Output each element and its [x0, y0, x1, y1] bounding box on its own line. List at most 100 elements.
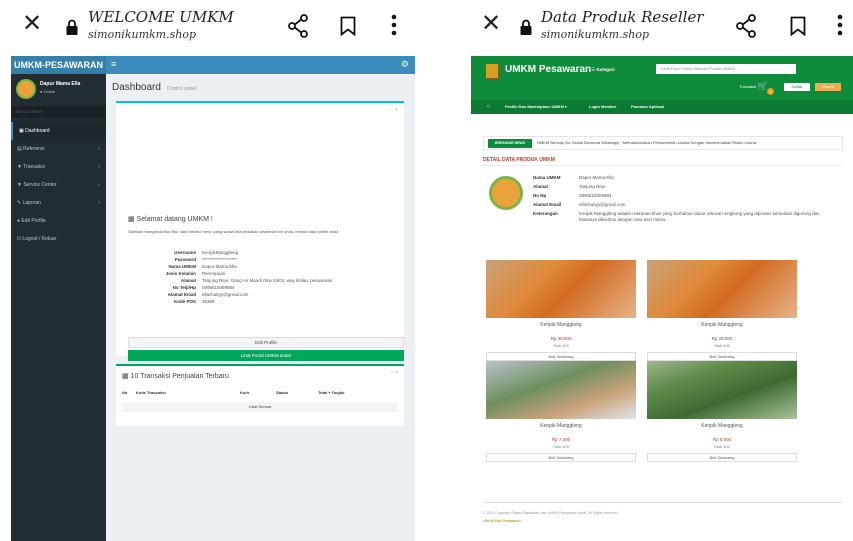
profile-row: Jenis Kelamin Perempuan: [136, 270, 396, 277]
footer-brand[interactable]: UMKM Kab Pesawaran: [483, 519, 521, 523]
product-name[interactable]: Keripik Manggleng: [486, 423, 636, 429]
buy-now-button[interactable]: Beli Sekarang: [486, 453, 636, 462]
buy-now-button[interactable]: Beli Sekarang: [647, 453, 797, 462]
sidebar-item-transaksi[interactable]: ▼ Transaksi ‹: [11, 158, 106, 176]
table-header: No Kode Transaksi Kurir Status Total + O…: [122, 390, 398, 399]
copyright-text: © 2023 Copyright Sistem Digitalisasi dan…: [483, 511, 619, 515]
table-icon: ▤: [17, 146, 22, 152]
product-name[interactable]: Keripik Manggleng: [647, 322, 797, 328]
admin-dashboard: UMKM-PESAWARAN ≡ ⚙ Dapur Mama Ella ● Onl…: [11, 56, 415, 541]
page-url[interactable]: simonikumkm.shop: [88, 28, 196, 41]
box-tools: − ×: [391, 107, 398, 113]
product-name[interactable]: Keripik Manggleng: [647, 423, 797, 429]
buy-now-button[interactable]: Beli Sekarang: [486, 352, 636, 361]
edit-profile-button[interactable]: Edit Profile: [128, 337, 404, 348]
masuk-button[interactable]: Masuk: [815, 83, 841, 91]
detail-value: Tanjung Rejo: [579, 183, 606, 189]
transactions-title-text: 10 Transaksi Penjualan Terbaru: [130, 373, 229, 380]
column-header: Kurir: [240, 390, 250, 395]
buy-now-button[interactable]: Beli Sekarang: [647, 352, 797, 361]
user-icon: ●: [17, 218, 21, 224]
product-image[interactable]: [486, 260, 636, 318]
column-header: Total + Ongkir: [318, 390, 345, 395]
settings-icon[interactable]: ⚙: [401, 59, 409, 70]
sidebar-item-service-center[interactable]: ▼ Service Center ‹: [11, 176, 106, 194]
product-image[interactable]: [647, 260, 797, 318]
more-options-icon[interactable]: [837, 14, 843, 36]
more-options-icon[interactable]: [391, 14, 397, 36]
product-name[interactable]: Keripik Manggleng: [486, 322, 636, 328]
breaking-news-text[interactable]: UMKM Bersiap Go Global Bersama Whatsapp …: [537, 140, 758, 145]
sidebar-menu-header: MENU UMKM: [11, 106, 106, 118]
product-image[interactable]: [486, 361, 636, 419]
sidebar-user-panel: Dapur Mama Ella ● Online: [11, 74, 106, 104]
admin-content: Dashboard Control panel − × ▦ Selamat da…: [106, 74, 415, 541]
product-stock: Stok 100: [553, 343, 569, 348]
profile-key: Username: [174, 250, 196, 255]
product-card[interactable]: Keripik Manggleng Rp 40,000 Stok 100 Bel…: [486, 260, 636, 368]
lock-icon: [520, 19, 532, 35]
admin-sidebar: Dapur Mama Ella ● Online MENU UMKM ▣ Das…: [11, 74, 106, 541]
table-icon: ▦: [128, 216, 135, 223]
home-icon[interactable]: ⌂: [487, 103, 490, 109]
sidebar-menu: ▣ Dashboard ▤ Referensi ‹ ▼ Transaksi ‹ …: [11, 122, 106, 248]
welcome-heading: ▦ Selamat datang UMKM !: [128, 215, 213, 223]
sidebar-item-dashboard[interactable]: ▣ Dashboard: [11, 122, 106, 140]
sidebar-item-laporan[interactable]: ✎ Laporan ‹: [11, 194, 106, 212]
transaksi-link[interactable]: Transaksi: [739, 84, 756, 89]
page-url[interactable]: simonikumkm.shop: [541, 28, 649, 41]
profile-row: Nama UMKM Dapur Mama Ella: [136, 263, 396, 270]
close-icon[interactable]: ✕: [481, 12, 501, 36]
sidebar-item-logout[interactable]: ⏻ Logout / Keluar: [11, 230, 106, 248]
close-icon[interactable]: ×: [395, 370, 398, 376]
profile-row: Username KeripikManggleng: [136, 249, 396, 256]
view-portal-button[interactable]: Lihat Portal UMKM anda!: [128, 350, 404, 361]
divider: [483, 165, 843, 166]
admin-logo[interactable]: UMKM-PESAWARAN: [11, 56, 106, 74]
close-icon[interactable]: ✕: [22, 12, 42, 36]
nav-item-profile-marketplace[interactable]: Profile Dan Marketplace UMKM ▾: [505, 104, 567, 109]
product-card[interactable]: Keripik Manggleng Rp 20,000 Stok 100 Bel…: [647, 260, 797, 368]
content-title: Dashboard: [112, 82, 161, 93]
share-icon[interactable]: [735, 14, 757, 38]
detail-row: Alamat Tanjung Rejo: [533, 182, 833, 191]
site-brand[interactable]: UMKM Pesawaran: [505, 64, 591, 75]
product-price: Rp 7,000: [551, 437, 571, 442]
detail-value: ellachubyy@gmail.com: [579, 201, 626, 207]
nav-item-login-member[interactable]: Login Member: [589, 104, 616, 109]
profile-key: Password: [174, 257, 196, 262]
close-icon[interactable]: ×: [395, 107, 398, 113]
avatar: [16, 79, 36, 99]
bookmark-icon[interactable]: [790, 16, 806, 36]
column-header: Kode Transaksi: [136, 390, 166, 395]
nav-item-panduan[interactable]: Panduan Aplikasi: [631, 104, 664, 109]
product-card[interactable]: Keripik Manggleng Rp 7,000 Stok 100 Beli…: [486, 361, 636, 469]
site-logo[interactable]: [485, 63, 499, 79]
share-icon[interactable]: [287, 14, 309, 38]
menu-toggle-icon[interactable]: ≡: [111, 59, 116, 69]
profile-value: Perempuan: [202, 271, 226, 276]
site-nav: ⌂ Profile Dan Marketplace UMKM ▾ Login M…: [471, 100, 853, 114]
product-image[interactable]: [647, 361, 797, 419]
welcome-text: Selamat datang UMKM !: [136, 216, 213, 223]
detail-row: No Hp 0895615059984: [533, 191, 833, 200]
view-all-link[interactable]: Lihat Semua: [122, 402, 398, 412]
column-header: Status: [276, 390, 289, 395]
product-card[interactable]: Keripik Manggleng Rp 5,000 Stok 100 Beli…: [647, 361, 797, 469]
profile-key: No Telp/Hp: [172, 285, 196, 290]
page-title: WELCOME UMKM: [88, 8, 234, 26]
profile-key: Alamat: [180, 278, 196, 283]
collapse-icon[interactable]: −: [391, 107, 394, 113]
umkm-logo: [489, 176, 523, 210]
storefront-page: UMKM Pesawaran ☰ Kategori Ketik Disini U…: [471, 56, 853, 541]
sidebar-item-referensi[interactable]: ▤ Referensi ‹: [11, 140, 106, 158]
welcome-description: Silahkan mengelola fitur-fitur data mela…: [128, 229, 339, 234]
collapse-icon[interactable]: −: [391, 370, 394, 376]
sidebar-item-edit-profile[interactable]: ● Edit Profile: [11, 212, 106, 230]
profile-key: Jenis Kelamin: [165, 271, 196, 276]
daftar-button[interactable]: Daftar: [784, 83, 810, 91]
profile-info: Username KeripikManggleng Password *******…: [136, 249, 396, 305]
kategori-menu[interactable]: ☰ Kategori: [591, 67, 615, 73]
bookmark-icon[interactable]: [340, 16, 356, 36]
search-input[interactable]: Ketik Disini Untuk Mencari Produk UMKM..…: [656, 64, 796, 74]
